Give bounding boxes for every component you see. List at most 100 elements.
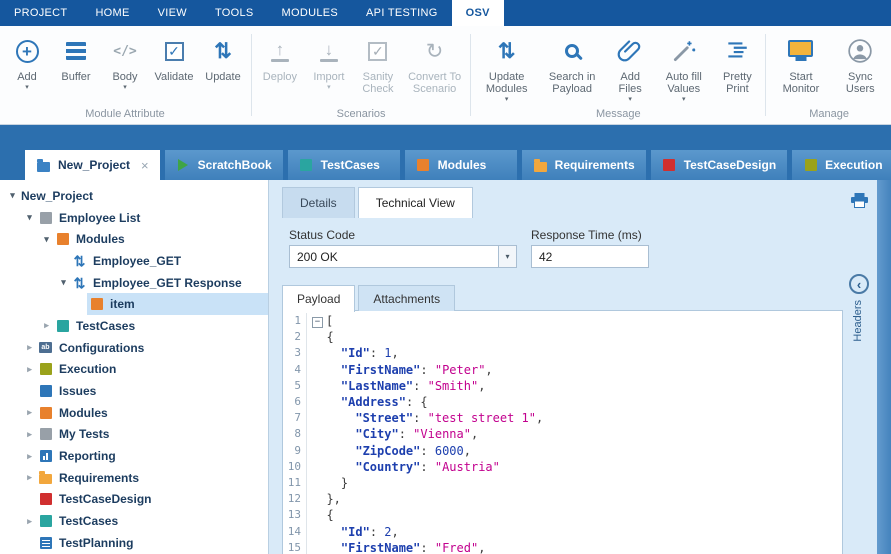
tree-item-testcasedesign[interactable]: TestCaseDesign — [0, 489, 268, 511]
tree-item-requirements[interactable]: ▸ Requirements — [0, 467, 268, 489]
ribbon-separator — [765, 34, 766, 116]
close-icon[interactable]: × — [141, 158, 149, 173]
tree-item-modules[interactable]: ▾Modules — [0, 228, 268, 250]
menu-item-view[interactable]: VIEW — [144, 0, 201, 26]
tree-item-execution[interactable]: ▸Execution — [0, 359, 268, 381]
doc-tab-testcases[interactable]: TestCases — [288, 150, 400, 180]
tab-attachments[interactable]: Attachments — [358, 285, 455, 311]
print-icon[interactable] — [851, 193, 868, 213]
ribbon-button-import[interactable]: ↓Import▾ — [305, 31, 353, 91]
ribbon-group-label: Module Attribute — [3, 106, 247, 124]
expander-closed-icon[interactable]: ▸ — [40, 320, 53, 331]
ribbon-button-buffer[interactable]: Buffer — [52, 31, 100, 83]
expander-open-icon[interactable]: ▾ — [23, 212, 36, 223]
tree-item-employee-get[interactable]: ⇅Employee_GET — [0, 250, 268, 272]
ribbon-button-body[interactable]: </>Body▾ — [101, 31, 149, 91]
tree-item-testcases[interactable]: ▸ TestCases — [0, 510, 268, 532]
ribbon-button-add-files[interactable]: Add Files▾ — [606, 31, 654, 103]
collapse-headers-button[interactable]: ‹ — [849, 274, 869, 294]
tree-item-testplanning[interactable]: TestPlanning — [0, 532, 268, 554]
ribbon-button-start-monitor[interactable]: Start Monitor — [770, 31, 831, 95]
tree-item-reporting[interactable]: ▸ Reporting — [0, 445, 268, 467]
payload-editor[interactable]: 1−[2 {3 "Id": 1,4 "FirstName": "Peter",5… — [282, 310, 843, 554]
chevron-down-icon[interactable]: ▾ — [682, 96, 686, 103]
menu-item-osv[interactable]: OSV — [452, 0, 504, 26]
chevron-down-icon[interactable]: ▾ — [123, 84, 127, 91]
tree-item-label: TestCaseDesign — [59, 492, 151, 506]
expander-closed-icon[interactable]: ▸ — [23, 451, 36, 462]
add-circle-icon: + — [16, 33, 39, 69]
doc-tab-new-project[interactable]: New_Project× — [25, 150, 160, 180]
code-line-content: } — [307, 475, 348, 491]
ribbon-button-validate[interactable]: ✓Validate — [150, 31, 198, 83]
ribbon-button-update[interactable]: ⇅ Update — [199, 31, 247, 83]
code-line: 2 { — [283, 329, 842, 345]
tree-item-configurations[interactable]: ▸abConfigurations — [0, 337, 268, 359]
collapse-toggle-icon[interactable]: − — [312, 317, 323, 328]
doc-tab-requirements[interactable]: Requirements — [522, 150, 646, 180]
menu-item-tools[interactable]: TOOLS — [201, 0, 268, 26]
ribbon-button-auto-fill-values[interactable]: Auto fill Values▾ — [655, 31, 712, 103]
ribbon-button-update-modules[interactable]: ⇅Update Modules▾ — [475, 31, 538, 103]
ribbon-button-label: Update — [205, 71, 240, 83]
tree-item-testcases[interactable]: ▸TestCases — [0, 315, 268, 337]
chevron-down-icon[interactable]: ▾ — [628, 96, 632, 103]
ribbon-button-label: Pretty Print — [716, 71, 758, 95]
ribbon-button-label: Import — [313, 71, 344, 83]
view-tabs: Details Technical View — [282, 187, 473, 218]
status-code-select[interactable]: 200 OK ▾ — [289, 245, 517, 268]
line-number: 12 — [283, 491, 307, 507]
doc-tab-execution[interactable]: Execution — [792, 150, 891, 180]
expander-closed-icon[interactable]: ▸ — [23, 516, 36, 527]
doc-tab-testcasedesign[interactable]: TestCaseDesign — [651, 150, 787, 180]
tree-item-label: TestCases — [59, 514, 118, 528]
tree-item-employee-list[interactable]: ▾Employee List — [0, 207, 268, 229]
ribbon-button-deploy[interactable]: ↑Deploy — [256, 31, 304, 83]
menu-item-project[interactable]: PROJECT — [0, 0, 81, 26]
menu-item-home[interactable]: HOME — [81, 0, 143, 26]
expander-open-icon[interactable]: ▾ — [6, 190, 19, 201]
ribbon-button-label: Sanity Check — [357, 71, 399, 95]
tab-details[interactable]: Details — [282, 187, 355, 218]
tree-item-employee-get-response[interactable]: ▾⇅Employee_GET Response — [0, 272, 268, 294]
tree-item-item[interactable]: item — [0, 293, 268, 315]
chevron-down-icon[interactable]: ▾ — [25, 84, 29, 91]
tree-item-modules[interactable]: ▸Modules — [0, 402, 268, 424]
side-tab-headers[interactable]: Headers — [852, 300, 864, 342]
expander-open-icon[interactable]: ▾ — [57, 277, 70, 288]
menu-item-modules[interactable]: MODULES — [268, 0, 353, 26]
tree-item-label: item — [110, 297, 135, 311]
ribbon-button-add[interactable]: + Add▾ — [3, 31, 51, 91]
ribbon-button-sync-users[interactable]: Sync Users — [833, 31, 888, 95]
ribbon-button-sanity-check[interactable]: ✓Sanity Check — [354, 31, 402, 95]
response-time-input[interactable] — [531, 245, 649, 268]
tree-item-issues[interactable]: Issues — [0, 380, 268, 402]
chevron-down-icon[interactable]: ▾ — [327, 84, 331, 91]
doc-tab-modules[interactable]: Modules — [405, 150, 517, 180]
expander-closed-icon[interactable]: ▸ — [23, 407, 36, 418]
chevron-down-icon[interactable]: ▾ — [498, 246, 516, 267]
expander-closed-icon[interactable]: ▸ — [23, 342, 36, 353]
expander-closed-icon[interactable]: ▸ — [23, 472, 36, 483]
ribbon-button-search-in-payload[interactable]: Search in Payload — [539, 31, 605, 95]
tab-payload[interactable]: Payload — [282, 285, 355, 312]
tree-item-label: Requirements — [59, 471, 139, 485]
code-line: 12 }, — [283, 491, 842, 507]
ribbon-button-convert-to-scenario[interactable]: ↻Convert To Scenario — [403, 31, 466, 95]
ribbon-button-label: Start Monitor — [773, 71, 828, 95]
expander-closed-icon[interactable]: ▸ — [23, 364, 36, 375]
expander-open-icon[interactable]: ▾ — [40, 234, 53, 245]
tree-item-new-project[interactable]: ▾New_Project — [0, 185, 268, 207]
expander-closed-icon[interactable]: ▸ — [23, 429, 36, 440]
content-tabs: Payload Attachments — [282, 284, 458, 311]
ribbon-button-pretty-print[interactable]: Pretty Print — [713, 31, 761, 95]
tree-item-my-tests[interactable]: ▸My Tests — [0, 424, 268, 446]
chevron-down-icon[interactable]: ▾ — [505, 96, 509, 103]
doc-tab-scratchbook[interactable]: ScratchBook — [165, 150, 283, 180]
ribbon-separator — [251, 34, 252, 116]
menu-item-api-testing[interactable]: API TESTING — [352, 0, 452, 26]
tab-technical-view[interactable]: Technical View — [358, 187, 473, 218]
update-icon: ⇅ — [214, 33, 232, 69]
ribbon-button-label: Add — [17, 71, 37, 83]
tree-item-label: Reporting — [59, 449, 116, 463]
